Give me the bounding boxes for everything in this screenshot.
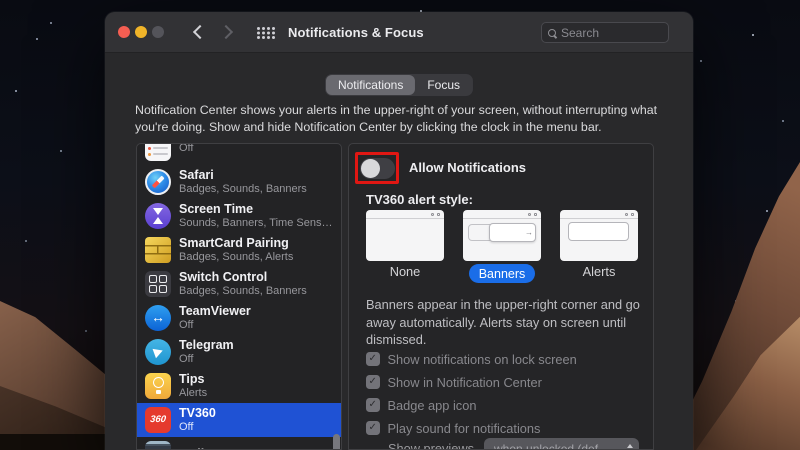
- app-list: Off Safari Badges, Sounds, Banners Scree…: [136, 143, 342, 450]
- style-option-banners[interactable]: Banners: [463, 264, 541, 283]
- dropdown-value: when unlocked (def…: [494, 441, 611, 450]
- search-field[interactable]: [541, 22, 669, 43]
- list-item-tips[interactable]: Tips Alerts: [137, 369, 341, 403]
- alert-style-none-preview[interactable]: [366, 210, 444, 261]
- tab-bar: Notifications Focus: [324, 74, 474, 96]
- intro-text: Notification Center shows your alerts in…: [135, 103, 658, 134]
- list-item-smartcard-pairing[interactable]: SmartCard Pairing Badges, Sounds, Alerts: [137, 233, 341, 267]
- list-item-telegram[interactable]: Telegram Off: [137, 335, 341, 369]
- checkbox-icon: ✓: [366, 421, 380, 435]
- chevron-up-down-icon: [627, 443, 633, 450]
- smartcard-icon: [145, 237, 171, 263]
- list-item-reminders[interactable]: Off: [137, 144, 341, 165]
- style-description: Banners appear in the upper-right corner…: [366, 297, 640, 347]
- alert-style-previews: →: [366, 210, 638, 261]
- checkbox-icon: ✓: [366, 398, 380, 412]
- highlight-box: [355, 152, 399, 184]
- window-title: Notifications & Focus: [288, 25, 424, 40]
- alert-style-options: None Banners Alerts: [366, 264, 638, 283]
- banner-arrow-icon: →: [525, 228, 533, 237]
- zoom-button[interactable]: [152, 26, 164, 38]
- teamviewer-icon: [145, 305, 171, 331]
- minimize-button[interactable]: [135, 26, 147, 38]
- switch-control-icon: [145, 271, 171, 297]
- checkbox-play-sound[interactable]: ✓ Play sound for notifications: [366, 421, 577, 436]
- alert-style-banners-preview[interactable]: →: [463, 210, 541, 261]
- checkbox-icon: ✓: [366, 352, 380, 366]
- selected-style-pill: Banners: [468, 264, 536, 283]
- stars: [0, 0, 2, 2]
- style-option-none[interactable]: None: [366, 264, 444, 283]
- allow-notifications-toggle[interactable]: [359, 157, 395, 179]
- menubar-icons: [430, 212, 440, 216]
- title-bar: Notifications & Focus: [105, 12, 693, 53]
- notification-options: ✓ Show notifications on lock screen ✓ Sh…: [366, 352, 577, 444]
- safari-icon: [145, 169, 171, 195]
- checkbox-icon: ✓: [366, 375, 380, 389]
- screen-time-icon: [145, 203, 171, 229]
- list-item-switch-control[interactable]: Switch Control Badges, Sounds, Banners: [137, 267, 341, 301]
- show-previews-label: Show previews: [387, 441, 474, 450]
- list-item-wallet[interactable]: Wallet: [137, 437, 341, 449]
- alert-style-alerts-preview[interactable]: [560, 210, 638, 261]
- tv360-icon: [145, 407, 171, 433]
- close-button[interactable]: [118, 26, 130, 38]
- show-previews-dropdown[interactable]: when unlocked (def…: [484, 438, 639, 450]
- allow-notifications-label: Allow Notifications: [409, 160, 526, 175]
- reminders-icon: [145, 144, 171, 161]
- list-item-screen-time[interactable]: Screen Time Sounds, Banners, Time Sens…: [137, 199, 341, 233]
- tab-notifications[interactable]: Notifications: [325, 75, 416, 95]
- checkbox-lock-screen[interactable]: ✓ Show notifications on lock screen: [366, 352, 577, 367]
- forward-button[interactable]: [218, 24, 234, 40]
- list-item-safari[interactable]: Safari Badges, Sounds, Banners: [137, 165, 341, 199]
- show-previews-row: Show previews when unlocked (def…: [349, 438, 653, 450]
- telegram-icon: [145, 339, 171, 365]
- notification-settings-panel: Allow Notifications TV360 alert style: →: [348, 143, 654, 450]
- search-icon: [548, 28, 556, 37]
- tab-focus[interactable]: Focus: [415, 75, 472, 95]
- alert-style-label: TV360 alert style:: [366, 192, 473, 207]
- checkbox-notification-center[interactable]: ✓ Show in Notification Center: [366, 375, 577, 390]
- wallet-icon: [145, 441, 171, 449]
- list-item-teamviewer[interactable]: TeamViewer Off: [137, 301, 341, 335]
- back-button[interactable]: [192, 24, 208, 40]
- menubar-icons: [624, 212, 634, 216]
- search-input[interactable]: [561, 25, 662, 40]
- menubar-icons: [527, 212, 537, 216]
- style-option-alerts[interactable]: Alerts: [560, 264, 638, 283]
- toggle-knob: [360, 158, 380, 178]
- checkbox-badge-app-icon[interactable]: ✓ Badge app icon: [366, 398, 577, 413]
- show-all-grid-icon[interactable]: [257, 27, 260, 30]
- sidebar-scrollbar[interactable]: [333, 434, 340, 449]
- preferences-window: Notifications & Focus Notifications Focu…: [105, 12, 693, 450]
- list-item-tv360[interactable]: TV360 Off: [137, 403, 341, 437]
- tips-icon: [145, 373, 171, 399]
- alert-card: [568, 222, 629, 241]
